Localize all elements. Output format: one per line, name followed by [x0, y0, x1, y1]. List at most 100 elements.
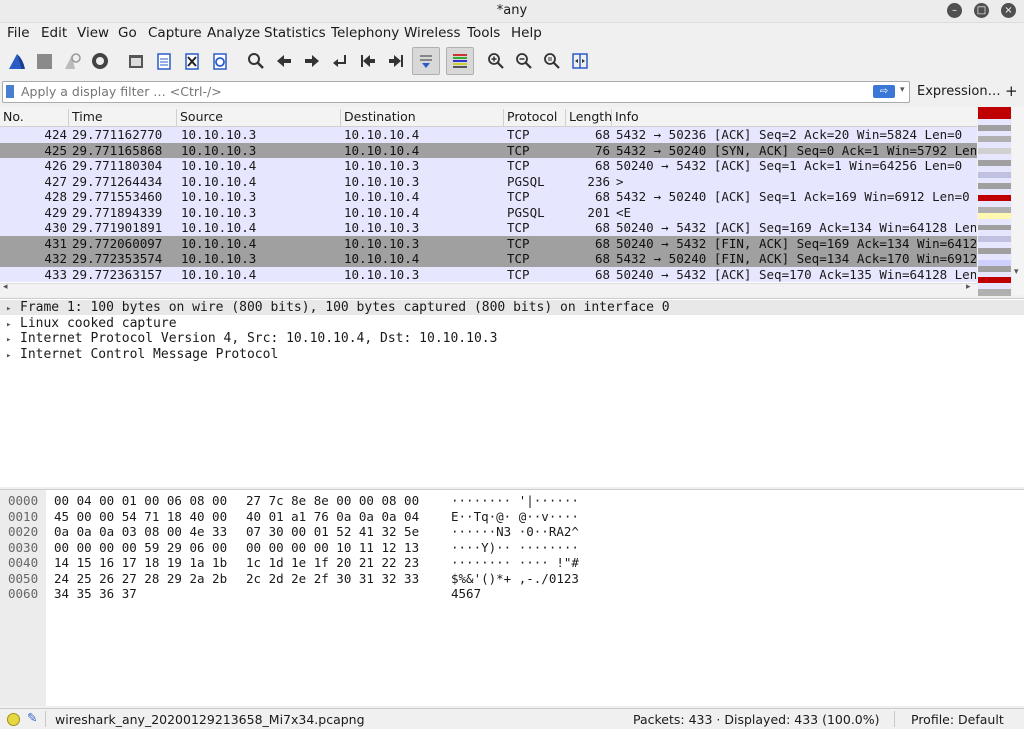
close-icon[interactable]: × [1001, 3, 1016, 18]
cell-source: 10.10.10.3 [181, 204, 257, 220]
capture-options-icon[interactable] [88, 49, 112, 73]
go-forward-icon[interactable] [300, 49, 324, 73]
scroll-down-icon[interactable]: ▾ [1014, 267, 1019, 277]
detail-frame[interactable]: ▸ Frame 1: 100 bytes on wire (800 bits), … [0, 300, 1024, 315]
display-filter-input[interactable] [21, 83, 861, 100]
zoom-out-icon[interactable] [512, 49, 536, 73]
column-time[interactable]: Time [69, 109, 177, 126]
packet-details: ▸ Frame 1: 100 bytes on wire (800 bits), … [0, 298, 1024, 487]
go-to-packet-icon[interactable] [328, 49, 352, 73]
menu-edit[interactable]: Edit [41, 25, 67, 41]
go-back-icon[interactable] [272, 49, 296, 73]
menu-file[interactable]: File [7, 25, 30, 41]
packet-row[interactable]: 432 29.772353574 10.10.10.3 10.10.10.4 TCP 68… [0, 251, 977, 267]
cell-time: 29.771901891 [72, 220, 163, 235]
cell-length: 236 [587, 173, 610, 189]
hex-bytes-low: 24 25 26 27 28 29 2a 2b [54, 570, 228, 586]
packet-minimap[interactable] [978, 107, 1011, 296]
packet-row[interactable]: 431 29.772060097 10.10.10.4 10.10.10.3 TCP 68… [0, 235, 977, 251]
packet-row[interactable]: 427 29.771264434 10.10.10.4 10.10.10.3 PGSQL… [0, 173, 977, 189]
expression-button[interactable]: Expression… [917, 84, 1001, 99]
open-file-icon[interactable] [124, 49, 148, 73]
detail-ipv4[interactable]: ▸ Internet Protocol Version 4, Src: 10.10… [6, 331, 497, 346]
expand-arrow-icon[interactable]: ▸ [6, 304, 20, 314]
byte-offset: 0040 [8, 555, 39, 570]
packet-row[interactable]: 430 29.771901891 10.10.10.4 10.10.10.3 TCP 68… [0, 220, 977, 236]
column-destination[interactable]: Destination [341, 109, 504, 126]
cell-protocol: TCP [507, 251, 530, 266]
packet-bytes: 0000 00 04 00 01 00 06 08 00 27 7c 8e 8e 0… [0, 489, 1024, 706]
menu-view[interactable]: View [77, 25, 109, 41]
packet-row[interactable]: 428 29.771553460 10.10.10.3 10.10.10.4 TCP 68… [0, 189, 977, 205]
colorize-icon[interactable] [446, 47, 474, 75]
detail-linux-cooked[interactable]: ▸ Linux cooked capture [6, 316, 177, 331]
packet-row[interactable]: 433 29.772363157 10.10.10.4 10.10.10.3 TCP 68… [0, 266, 977, 282]
column-length[interactable]: Length [566, 109, 612, 126]
menu-go[interactable]: Go [118, 25, 137, 41]
hex-bytes-high: 27 7c 8e 8e 00 00 08 00 [246, 493, 420, 508]
packet-row[interactable]: 425 29.771165868 10.10.10.3 10.10.10.4 TCP 76… [0, 142, 977, 158]
autoscroll-icon[interactable] [412, 47, 440, 75]
capture-comment-icon[interactable]: ✎ [27, 710, 37, 725]
cell-time: 29.771162770 [72, 127, 163, 142]
cell-info: 50240 → 5432 [FIN, ACK] Seq=169 Ack=134 … [616, 235, 976, 251]
hex-bytes-low: 34 35 36 37 [54, 586, 137, 601]
zoom-in-icon[interactable] [484, 49, 508, 73]
first-packet-icon[interactable] [356, 49, 380, 73]
expand-arrow-icon[interactable]: ▸ [6, 351, 20, 361]
cell-length: 76 [594, 142, 610, 158]
packet-row[interactable]: 424 29.771162770 10.10.10.3 10.10.10.4 TCP 68… [0, 127, 977, 143]
cell-info: 50240 → 5432 [ACK] Seq=169 Ack=134 Win=6… [616, 220, 976, 235]
column-no[interactable]: No. [0, 109, 69, 126]
column-info[interactable]: Info [612, 109, 977, 126]
menu-telephony[interactable]: Telephony [331, 25, 399, 41]
column-protocol[interactable]: Protocol [504, 109, 566, 126]
scroll-right-icon[interactable]: ▸ [966, 282, 971, 292]
ascii-bytes: ········ '|······ [451, 493, 579, 508]
menu-tools[interactable]: Tools [467, 25, 500, 41]
find-packet-icon[interactable] [244, 49, 268, 73]
last-packet-icon[interactable] [384, 49, 408, 73]
expand-arrow-icon[interactable]: ▸ [6, 335, 20, 345]
scroll-left-icon[interactable]: ◂ [3, 282, 8, 292]
stop-capture-icon[interactable] [32, 49, 56, 73]
cell-no: 430 [44, 220, 67, 235]
menu-analyze[interactable]: Analyze [207, 25, 260, 41]
cell-info: 5432 → 50240 [ACK] Seq=1 Ack=169 Win=691… [616, 189, 970, 204]
cell-source: 10.10.10.3 [181, 189, 257, 204]
cell-source: 10.10.10.3 [181, 142, 257, 158]
expand-arrow-icon[interactable]: ▸ [6, 320, 20, 330]
packet-list-horizontal-scrollbar[interactable]: ◂ ▸ [0, 282, 977, 296]
packet-row[interactable]: 429 29.771894339 10.10.10.3 10.10.10.4 PGSQL… [0, 204, 977, 220]
filter-dropdown-icon[interactable]: ▾ [900, 85, 905, 95]
add-filter-button[interactable]: + [1005, 82, 1018, 100]
packet-list-vertical-scrollbar[interactable]: ▾ [1012, 107, 1024, 295]
byte-offset: 0020 [8, 524, 39, 539]
cell-destination: 10.10.10.3 [344, 158, 420, 173]
minimize-icon[interactable]: – [947, 3, 962, 18]
resize-columns-icon[interactable] [568, 49, 592, 73]
menu-statistics[interactable]: Statistics [264, 25, 326, 41]
column-source[interactable]: Source [177, 109, 341, 126]
cell-source: 10.10.10.3 [181, 251, 257, 266]
save-file-icon[interactable] [152, 49, 176, 73]
menu-help[interactable]: Help [511, 25, 542, 41]
cell-length: 68 [594, 235, 610, 251]
restart-capture-icon[interactable] [60, 49, 84, 73]
menu-wireless[interactable]: Wireless [404, 25, 461, 41]
cell-no: 432 [44, 251, 67, 266]
hex-bytes-low: 45 00 00 54 71 18 40 00 [54, 508, 228, 524]
normal-size-icon[interactable] [540, 49, 564, 73]
expert-info-icon[interactable] [7, 713, 20, 726]
close-file-icon[interactable] [180, 49, 204, 73]
bookmark-icon[interactable] [6, 85, 14, 98]
menu-capture[interactable]: Capture [148, 25, 202, 41]
start-capture-icon[interactable] [5, 49, 29, 73]
detail-icmp[interactable]: ▸ Internet Control Message Protocol [6, 347, 278, 362]
packet-row[interactable]: 426 29.771180304 10.10.10.4 10.10.10.3 TCP 68… [0, 158, 977, 174]
profile-label[interactable]: Profile: Default [911, 712, 1004, 727]
apply-filter-arrow-icon[interactable]: ⇨ [873, 85, 895, 98]
cell-length: 68 [594, 127, 610, 142]
maximize-icon[interactable]: □ [974, 3, 989, 18]
reload-file-icon[interactable] [208, 49, 232, 73]
